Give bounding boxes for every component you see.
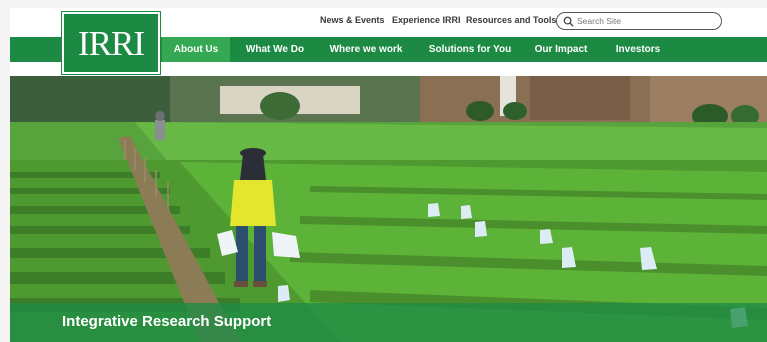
search-input[interactable] [577,14,717,28]
nav-investors[interactable]: Investors [608,37,668,62]
nav-our-impact[interactable]: Our Impact [528,37,594,62]
resources-tools-link[interactable]: Resources and Tools [466,15,556,25]
hero-banner: Integrative Research Support [10,303,767,342]
hero-title: Integrative Research Support [62,313,272,330]
hero-section: Integrative Research Support [10,76,767,342]
search-icon[interactable] [563,16,574,27]
experience-irri-link[interactable]: Experience IRRI [392,15,461,25]
news-events-link[interactable]: News & Events [320,15,385,25]
nav-about-us[interactable]: About Us [162,37,230,62]
irri-logo[interactable]: IRRI [62,12,160,74]
nav-what-we-do[interactable]: What We Do [236,37,314,62]
page-frame: News & Events Experience IRRI Resources … [10,8,767,342]
nav-where-we-work[interactable]: Where we work [322,37,410,62]
logo-text: IRRI [78,24,145,63]
search-box[interactable] [556,12,722,30]
nav-solutions-for-you[interactable]: Solutions for You [420,37,520,62]
